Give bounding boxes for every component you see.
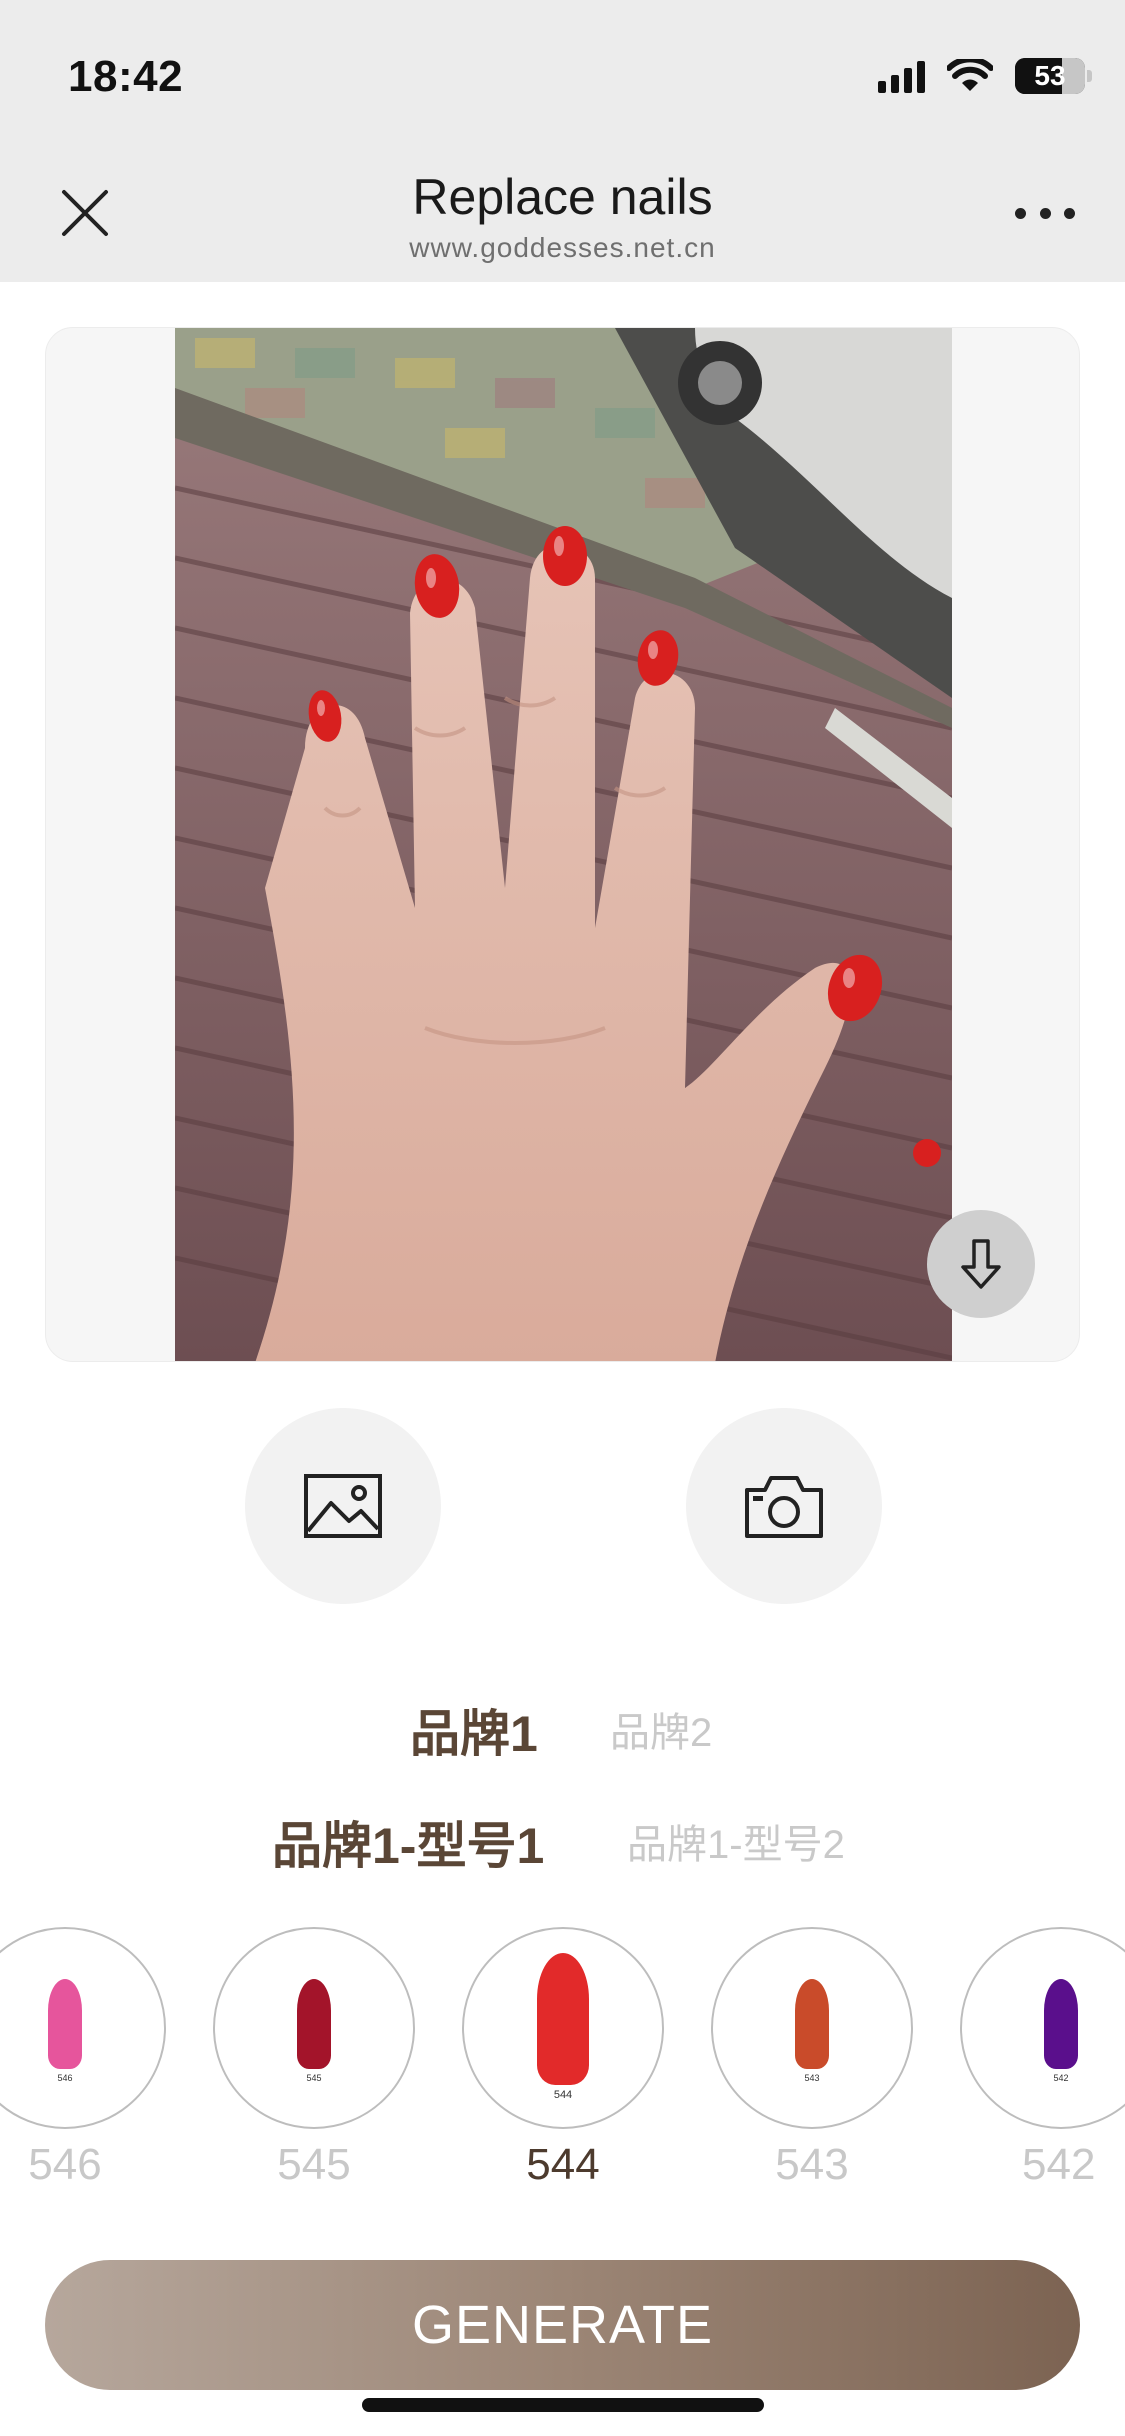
polish-bottle xyxy=(795,1979,829,2069)
camera-button[interactable] xyxy=(686,1408,882,1604)
gallery-button[interactable] xyxy=(245,1408,441,1604)
swatch-545[interactable]: 545 xyxy=(213,1927,415,2129)
status-time: 18:42 xyxy=(68,52,184,101)
swatch-label-543: 543 xyxy=(775,2140,849,2189)
hand-photo xyxy=(175,328,952,1361)
page-title: Replace nails xyxy=(412,169,713,225)
swatch-code-small: 545 xyxy=(306,2073,322,2083)
swatch-label-545: 545 xyxy=(277,2140,351,2189)
swatch-code-small: 546 xyxy=(57,2073,73,2083)
battery-icon: 53 xyxy=(1015,58,1092,94)
tab-model-1[interactable]: 品牌1-型号1 xyxy=(272,1806,544,1878)
top-bar: 18:42 53 Replace nails www.goddesses.net… xyxy=(0,0,1125,282)
home-indicator xyxy=(362,2398,764,2412)
swatch-label-546: 546 xyxy=(28,2140,102,2189)
page-url: www.goddesses.net.cn xyxy=(409,232,716,263)
photo-preview-card xyxy=(45,327,1080,1362)
polish-bottle xyxy=(297,1979,331,2069)
polish-bottle xyxy=(537,1953,589,2085)
swatch-label-542: 542 xyxy=(1022,2140,1096,2189)
swatch-code-small: 543 xyxy=(804,2073,820,2083)
tab-brand-1[interactable]: 品牌1 xyxy=(410,1694,538,1766)
swatch-544[interactable]: 544 xyxy=(462,1927,664,2129)
tab-model-2[interactable]: 品牌1-型号2 xyxy=(627,1812,845,1870)
more-dot xyxy=(1015,207,1026,219)
swatch-543[interactable]: 543 xyxy=(711,1927,913,2129)
cellular-signal-icon xyxy=(878,59,925,93)
download-arrow-icon xyxy=(961,1239,1001,1289)
swatch-label-544: 544 xyxy=(526,2140,600,2189)
more-dot xyxy=(1064,207,1075,219)
swatch-code-small: 542 xyxy=(1053,2073,1069,2083)
more-dot xyxy=(1039,207,1051,219)
camera-icon xyxy=(745,1476,823,1538)
swatch-546[interactable]: 546 xyxy=(0,1927,166,2129)
battery-level: 53 xyxy=(1034,60,1066,91)
more-button[interactable] xyxy=(1015,198,1075,228)
polish-bottle xyxy=(1044,1979,1078,2069)
polish-bottle xyxy=(48,1979,82,2069)
tab-brand-2[interactable]: 品牌2 xyxy=(610,1700,712,1758)
status-icons: 53 xyxy=(878,58,1092,94)
wifi-icon xyxy=(947,59,993,91)
swatch-code-small: 544 xyxy=(553,2089,573,2101)
download-button[interactable] xyxy=(927,1210,1035,1318)
swatch-542[interactable]: 542 xyxy=(960,1927,1125,2129)
image-icon xyxy=(304,1474,382,1538)
generate-button[interactable]: GENERATE xyxy=(45,2260,1080,2390)
